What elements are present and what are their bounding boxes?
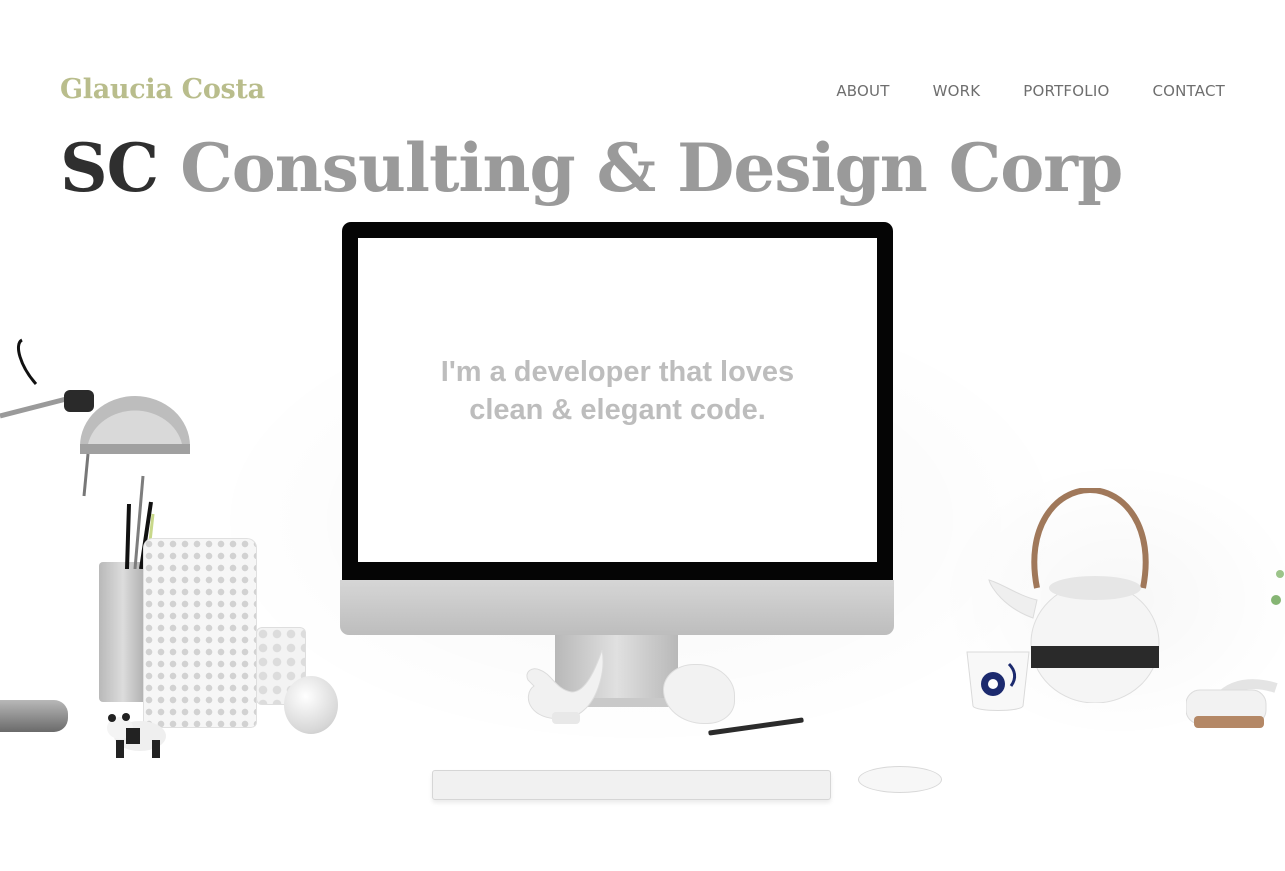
desk-lamp-illustration: [0, 338, 190, 497]
tea-cup: [966, 651, 1030, 711]
plant-leaves: [1271, 570, 1284, 605]
monitor-screen: I'm a developer that loves clean & elega…: [358, 238, 877, 562]
glass-ornament: [284, 676, 338, 734]
headline-strong: SC: [60, 129, 159, 207]
lamp-base-illustration: [0, 700, 68, 732]
hero-headline: SC Consulting & Design Corp: [60, 129, 1123, 207]
brand-logo-text[interactable]: Glaucia Costa: [60, 74, 265, 105]
monitor-chin: [340, 580, 894, 635]
main-nav: ABOUT WORK PORTFOLIO CONTACT: [836, 82, 1225, 100]
crumpled-paper: [663, 664, 735, 724]
nav-link-contact[interactable]: CONTACT: [1152, 82, 1225, 100]
perforated-holder: [143, 538, 257, 728]
concrete-pen-cup: [99, 562, 147, 702]
mouse: [858, 766, 942, 793]
nav-link-work[interactable]: WORK: [933, 82, 981, 100]
headphones-illustration: [1186, 679, 1278, 728]
nav-link-portfolio[interactable]: PORTFOLIO: [1023, 82, 1109, 100]
panda-figurine: [107, 713, 166, 758]
nav-link-about[interactable]: ABOUT: [836, 82, 889, 100]
keyboard: [432, 770, 831, 800]
screen-tagline: I'm a developer that loves clean & elega…: [440, 356, 795, 426]
headline-light: Consulting & Design Corp: [180, 129, 1123, 207]
bird-figurine: [526, 650, 604, 724]
